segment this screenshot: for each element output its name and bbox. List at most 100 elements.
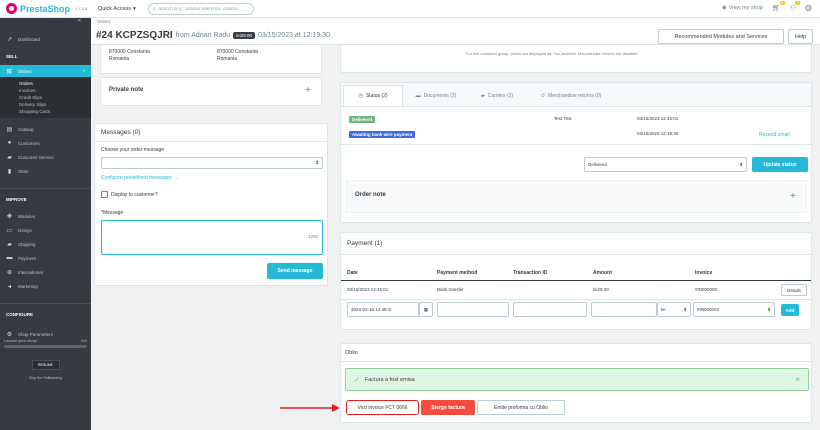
payment-date-input[interactable]: 2023-03-15 12:48:1! <box>347 302 419 317</box>
sidebar-item-design[interactable]: ▭ Design <box>0 223 91 237</box>
payment-method: Bank transfer <box>437 287 464 292</box>
search-placeholder: Search (e.g.: product reference, custom <box>158 6 238 11</box>
configure-messages-link[interactable]: Configure predefined messages → <box>101 175 178 181</box>
private-note-panel[interactable]: Private note + <box>100 77 322 106</box>
payment-method-input[interactable] <box>437 302 509 317</box>
account-icon[interactable]: ◍ <box>805 3 812 12</box>
payment-panel: Payment (1) Date Payment method Transact… <box>340 232 812 330</box>
sidebar-sub-invoices[interactable]: Invoices <box>0 87 91 94</box>
order-number: #24 KCPZSQJRI <box>96 30 173 41</box>
tab-documents[interactable]: ▬ Documents (2) <box>403 85 469 106</box>
sidebar-item-catalog[interactable]: ▤ Catalog <box>0 122 91 136</box>
transaction-id-input[interactable] <box>513 302 587 317</box>
sidebar-item-label: Customers <box>18 140 40 146</box>
sidebar-item-label: Payment <box>18 255 36 261</box>
update-status-button[interactable]: Update status <box>752 157 808 172</box>
view-invoice-button[interactable]: Vezi invoice FCT 0666 <box>346 400 419 415</box>
payment-date: 03/15/2023 12:45:01 <box>347 287 389 292</box>
display-customer-checkbox[interactable]: Display to customer? <box>101 191 158 198</box>
resume-button[interactable]: RESUME <box>31 360 60 370</box>
onboarding-progress: Launch your shop! 0% <box>0 338 91 343</box>
amount-input[interactable] <box>591 302 657 317</box>
checkbox[interactable] <box>101 191 108 198</box>
shipping-country: Romania <box>109 56 130 62</box>
sidebar-item-shop-parameters[interactable]: ⚙ Shop Parameters <box>0 330 91 338</box>
tabs-bar: ◷ Status (2) ▬ Documents (2) ▰ Carriers (1)… <box>341 83 811 107</box>
sidebar-item-customer-service[interactable]: ▰ Customer Service <box>0 150 91 164</box>
currency-select[interactable]: lei ⬍ <box>657 302 691 317</box>
details-button[interactable]: Details <box>781 284 807 296</box>
invoice-select-value: #IN000003 <box>697 307 720 312</box>
quick-access-dropdown[interactable]: Quick Access ▾ <box>98 6 136 12</box>
search-input[interactable]: ⌕ Search (e.g.: product reference, custom <box>147 2 254 15</box>
logo[interactable]: PrestaShop 1.7.8.8 <box>0 3 92 14</box>
tab-label: Documents (2) <box>423 92 457 99</box>
puzzle-icon: ✤ <box>6 213 13 220</box>
cart-icon: 🛒︎ <box>6 68 14 75</box>
sidebar-sub-orders[interactable]: Orders <box>0 80 91 87</box>
sidebar-sub-shopping-carts[interactable]: Shopping Carts <box>0 108 91 115</box>
sidebar-item-international[interactable]: ⊕ International <box>0 265 91 279</box>
success-alert: ✓ Factura a fost emisa × <box>345 368 809 391</box>
sidebar-item-stats[interactable]: ▮ Stats <box>0 164 91 178</box>
customers-notification-icon[interactable]: ⚇ 3 <box>790 0 801 12</box>
order-total-badge: lei29.00 <box>233 32 255 39</box>
sidebar-item-payment[interactable]: ▬ Payment <box>0 251 91 265</box>
status-date: 03/15/2023 12:19:30 <box>637 131 679 136</box>
select-arrows-icon: ⬍ <box>315 160 319 165</box>
sidebar-item-orders[interactable]: 🛒︎ Orders ^ <box>0 65 91 77</box>
sidebar-item-customers[interactable]: ● Customers <box>0 136 91 150</box>
plus-icon[interactable]: + <box>790 191 796 202</box>
tab-status[interactable]: ◷ Status (2) <box>343 85 403 106</box>
status-awaiting-badge: Awaiting bank wire payment <box>349 131 416 138</box>
send-message-button[interactable]: Send message <box>267 263 323 279</box>
sidebar-item-dashboard[interactable]: ↗ Dashboard <box>0 34 91 44</box>
sidebar-item-label: Shipping <box>18 241 36 247</box>
order-note-box[interactable]: Order note + <box>346 180 807 213</box>
message-label: *Message <box>101 210 124 216</box>
proforma-button[interactable]: Emite proforma cu Oblio <box>477 400 565 415</box>
sidebar-sub-delivery-slips[interactable]: Delivery Slips <box>0 101 91 108</box>
stop-onboarding-link[interactable]: Stop the OnBoarding <box>0 376 91 380</box>
status-select[interactable]: Delivered ⬍ <box>584 157 747 172</box>
launch-percent: 0% <box>81 338 87 343</box>
chat-icon: ▰ <box>7 154 12 161</box>
collapse-sidebar-icon[interactable]: « <box>0 18 91 26</box>
order-note-title: Order note <box>355 192 386 198</box>
sidebar-item-shipping[interactable]: ▰ Shipping <box>0 237 91 251</box>
sidebar-item-label: International <box>18 269 43 275</box>
tab-merchandise-returns[interactable]: ↺ Merchandise returns (0) <box>525 85 617 106</box>
recommended-modules-button[interactable]: Recommended Modules and Services <box>658 29 784 44</box>
breadcrumb[interactable]: Orders <box>97 19 111 24</box>
resend-email-link[interactable]: Resend email <box>759 132 790 138</box>
calendar-icon[interactable]: ▦ <box>419 302 433 317</box>
sidebar-sub-credit-slips[interactable]: Credit Slips <box>0 94 91 101</box>
invoice-select[interactable]: #IN000003 ⬍ <box>693 302 775 317</box>
orders-badge: 5 <box>779 0 785 5</box>
invoice-country: Romania <box>217 56 238 62</box>
quick-access-label: Quick Access <box>98 5 132 12</box>
sidebar-item-label: Customer Service <box>18 154 54 160</box>
order-message-select[interactable]: ⬍ <box>101 157 323 169</box>
sidebar-item-label: Dashboard <box>18 36 41 42</box>
tab-carriers[interactable]: ▰ Carriers (1) <box>469 85 525 106</box>
truck-icon: ▰ <box>480 92 485 99</box>
desktop-icon: ▭ <box>6 227 13 234</box>
orders-notification-icon[interactable]: 🛒︎ 5 <box>772 0 785 12</box>
help-button[interactable]: Help <box>788 29 813 44</box>
plus-icon[interactable]: + <box>305 85 311 96</box>
status-row: Awaiting bank wire payment <box>349 131 416 138</box>
message-textarea[interactable]: 1200 <box>101 220 323 255</box>
sidebar-item-marketing[interactable]: ◂ Marketing <box>0 279 91 293</box>
sidebar: « ↗ Dashboard SELL 🛒︎ Orders ^ Orders Invoi… <box>0 18 91 430</box>
sidebar-item-modules[interactable]: ✤ Modules <box>0 209 91 223</box>
status-date: 03/15/2023 12:45:01 <box>637 116 679 121</box>
delete-invoice-button[interactable]: Sterge factura <box>421 400 475 415</box>
top-bar: PrestaShop 1.7.8.8 Quick Access ▾ ⌕ Search… <box>0 0 820 18</box>
return-icon: ↺ <box>540 92 546 99</box>
close-icon[interactable]: × <box>795 375 800 384</box>
view-shop-link[interactable]: ◉ View my shop <box>722 5 763 11</box>
col-transaction-id: Transaction ID <box>513 270 548 276</box>
alert-message: Factura a fost emisa <box>364 376 415 383</box>
add-payment-button[interactable]: Add <box>781 304 799 316</box>
